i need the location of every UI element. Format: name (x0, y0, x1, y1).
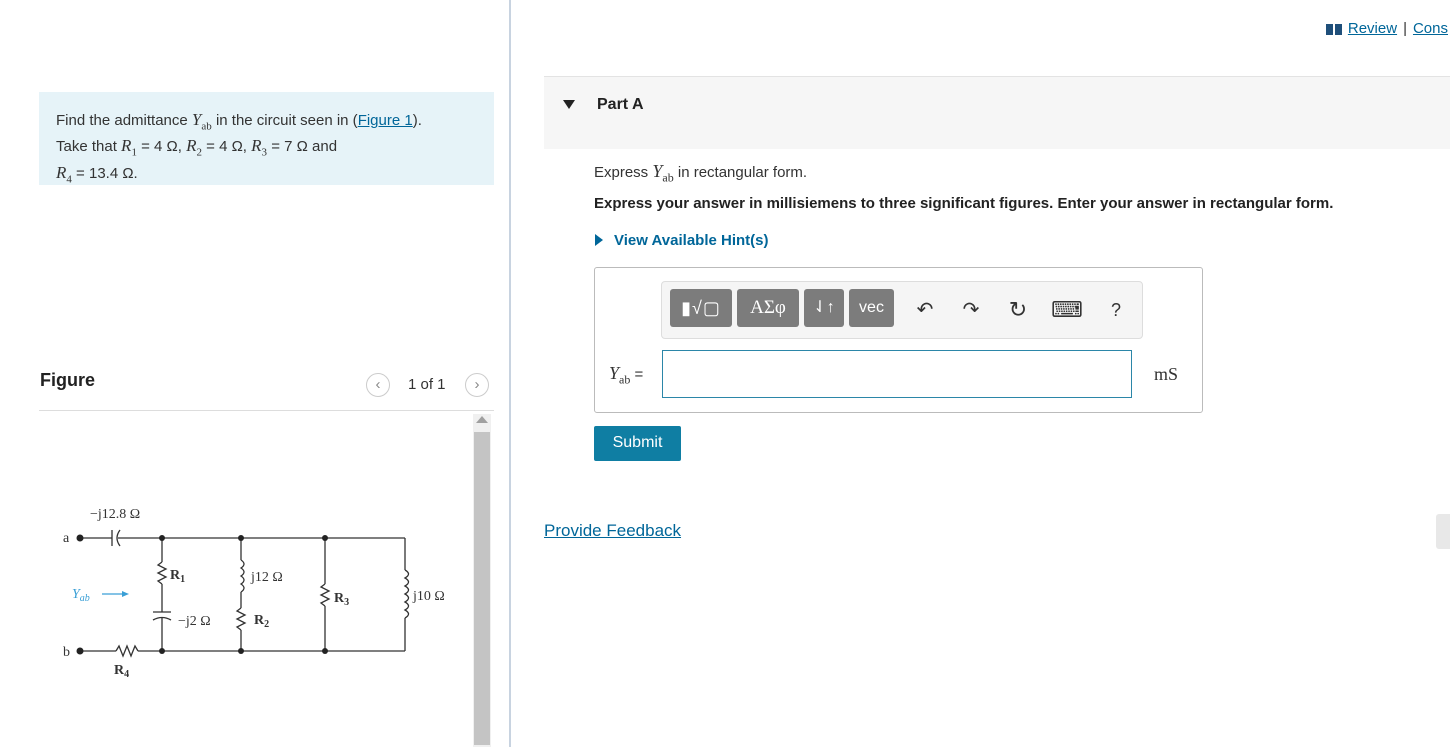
r1-figure-label: R1 (170, 568, 185, 585)
provide-feedback-link[interactable]: Provide Feedback (544, 521, 681, 541)
panel-divider[interactable] (509, 0, 511, 747)
scroll-up-arrow-icon[interactable] (476, 416, 488, 423)
templates-icon: ▮√▢ (681, 298, 721, 318)
greek-symbols-button[interactable]: ΑΣφ (737, 289, 799, 327)
figure-next-button[interactable]: › (465, 373, 489, 397)
reset-icon[interactable]: ↻ (1004, 296, 1032, 324)
chevron-left-icon: ‹ (375, 376, 381, 393)
r1-symbol: R1 (121, 136, 137, 159)
ind2-label: j10 Ω (412, 589, 445, 604)
figure-title: Figure (40, 370, 96, 390)
updown-arrows-icon: ⇃↑ (813, 299, 835, 316)
node-b-label: b (63, 645, 70, 660)
yab-symbol: Yab (191, 110, 212, 133)
unit-label: mS (1154, 364, 1179, 384)
header-links: Review | Cons (1325, 20, 1448, 37)
r4-figure-label: R4 (114, 663, 129, 680)
circuit-diagram: −j12.8 Ω a b Yab R1 −j2 Ω j12 Ω R2 R3 j1… (63, 507, 445, 680)
figure-divider (39, 410, 494, 411)
cap-mid-label: −j2 Ω (178, 614, 211, 629)
answer-label: Yab = (609, 363, 644, 387)
figure-scrollbar-thumb[interactable] (474, 432, 490, 745)
ind1-label: j12 Ω (250, 570, 283, 585)
r3-figure-label: R3 (334, 591, 349, 608)
redo-icon[interactable]: ↷ (958, 296, 984, 324)
problem-statement: Find the admittance Yab in the circuit s… (39, 92, 494, 185)
part-a-header[interactable] (544, 76, 1450, 149)
view-hints-link[interactable]: View Available Hint(s) (614, 232, 769, 249)
answer-instructions: Express your answer in millisiemens to t… (594, 195, 1334, 212)
vector-button[interactable]: vec (849, 289, 894, 327)
side-panel-tab[interactable] (1436, 514, 1450, 549)
cap-top-label: −j12.8 Ω (90, 507, 140, 522)
question-prompt: Express Yab in rectangular form. (594, 161, 808, 185)
figure-link[interactable]: Figure 1 (358, 112, 413, 129)
submit-button[interactable]: Submit (594, 426, 681, 461)
r4-symbol: R4 (56, 162, 72, 186)
templates-button[interactable]: ▮√▢ (670, 289, 732, 327)
yab-figure-label: Yab (72, 587, 90, 604)
help-icon[interactable]: ? (1104, 296, 1128, 324)
problem-text: Find the admittance (56, 112, 192, 129)
r2-symbol: R2 (186, 136, 202, 159)
book-icon (1325, 23, 1342, 35)
undo-icon[interactable]: ↶ (912, 296, 938, 324)
r3-symbol: R3 (251, 136, 268, 159)
part-a-title: Part A (597, 96, 644, 113)
subscript-superscript-button[interactable]: ⇃↑ (804, 289, 844, 327)
chevron-right-icon: › (474, 376, 480, 393)
answer-input[interactable] (662, 350, 1132, 398)
node-a-label: a (63, 531, 70, 546)
figure-counter: 1 of 1 (408, 376, 446, 393)
hint-expand-icon[interactable] (595, 234, 603, 246)
r2-figure-label: R2 (254, 613, 269, 630)
cons-link[interactable]: Cons (1413, 20, 1448, 37)
review-link[interactable]: Review (1348, 20, 1397, 37)
keyboard-icon[interactable]: ⌨ (1050, 296, 1084, 324)
collapse-triangle-icon[interactable] (563, 100, 575, 109)
figure-prev-button[interactable]: ‹ (366, 373, 390, 397)
